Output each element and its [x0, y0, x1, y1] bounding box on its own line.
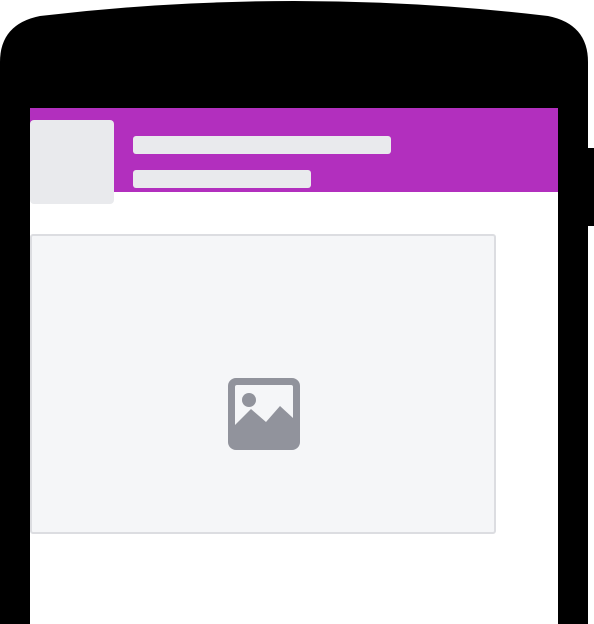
- image-icon-sun: [242, 393, 256, 407]
- mockup-stage: [0, 0, 594, 624]
- avatar-placeholder: [30, 120, 114, 204]
- title-line-placeholder: [133, 136, 391, 154]
- phone-side-button: [588, 148, 594, 226]
- image-icon: [228, 378, 300, 450]
- subtitle-line-placeholder: [133, 170, 311, 188]
